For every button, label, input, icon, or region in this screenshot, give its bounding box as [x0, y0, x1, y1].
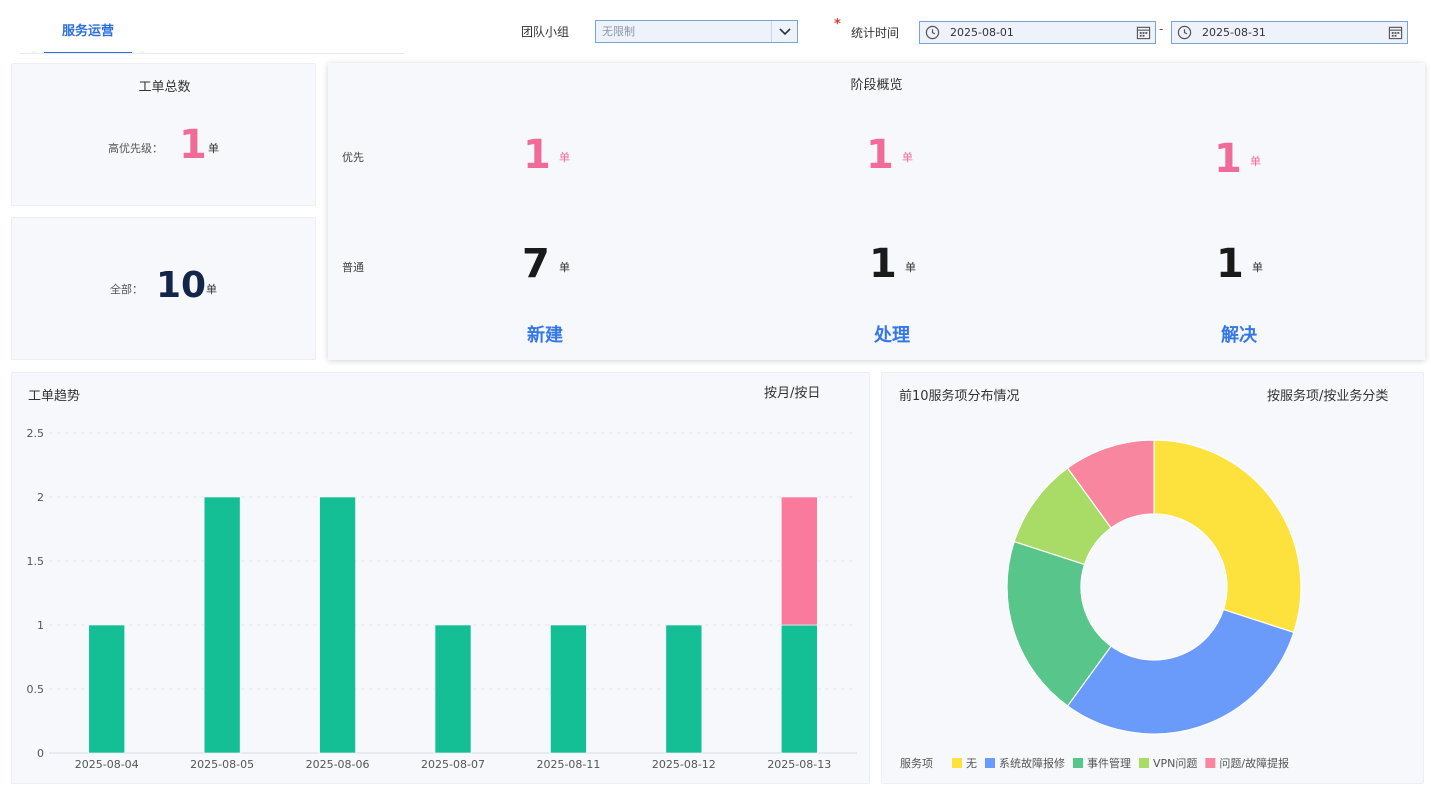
legend-swatch [1205, 758, 1216, 768]
stage-label-resolve: 解决 [1221, 325, 1257, 346]
top-bar: 服务运营 团队小组 无限制 * 统计时间 2025-08-01 - 2025-0… [0, 0, 1431, 56]
start-date-input[interactable]: 2025-08-01 [919, 21, 1156, 44]
date-separator: - [1159, 22, 1164, 36]
legend-item[interactable]: 问题/故障提报 [1219, 756, 1289, 770]
calendar-icon[interactable] [1388, 25, 1403, 47]
bar[interactable] [88, 624, 126, 754]
bar[interactable] [203, 496, 241, 754]
all-tickets-card: 全部： 10 单 [11, 217, 316, 360]
new-normal-unit: 单 [559, 261, 570, 274]
x-tick-label: 2025-08-06 [306, 758, 370, 771]
bar[interactable] [665, 624, 703, 754]
start-date-value: 2025-08-01 [950, 26, 1014, 39]
bar[interactable] [319, 496, 356, 754]
process-priority-unit: 单 [902, 151, 913, 164]
resolve-normal-count: 1 [1216, 241, 1244, 287]
x-tick-label: 2025-08-04 [75, 758, 139, 771]
chevron-down-icon[interactable] [771, 21, 797, 42]
end-date-value: 2025-08-31 [1202, 26, 1266, 39]
tab-divider [20, 53, 404, 54]
clock-icon [1177, 25, 1192, 47]
new-priority-unit: 单 [559, 151, 570, 164]
pie-slice[interactable] [1153, 439, 1302, 634]
team-select[interactable]: 无限制 [595, 20, 798, 43]
total-tickets-title: 工单总数 [138, 80, 191, 95]
legend-item[interactable]: 系统故障报修 [999, 756, 1065, 770]
process-normal-count: 1 [869, 241, 897, 287]
resolve-priority-unit: 单 [1250, 155, 1261, 168]
row-label-priority: 优先 [342, 151, 364, 164]
stage-overview-panel: 阶段概览 优先 普通 1 单 7 单 新建 1 单 1 单 处理 1 单 1 单… [328, 63, 1425, 360]
team-select-value: 无限制 [602, 25, 635, 38]
stage-overview-title: 阶段概览 [850, 78, 903, 93]
all-tickets-label: 全部： [110, 283, 143, 296]
legend-title: 服务项 [900, 757, 933, 770]
row-label-normal: 普通 [342, 261, 364, 274]
service-distribution-chart: 服务项 无 系统故障报修 事件管理 VPN问题 问题/故障提报 [900, 439, 1302, 770]
team-label: 团队小组 [521, 25, 570, 39]
total-tickets-card: 工单总数 高优先级： 1 单 [11, 63, 316, 206]
process-priority-count: 1 [866, 132, 894, 178]
tab-service-ops[interactable]: 服务运营 [44, 14, 132, 54]
y-tick-label: 2 [37, 491, 44, 504]
clock-icon [925, 25, 940, 47]
service-distribution-panel: 前10服务项分布情况 按服务项/按业务分类 服务项无系统故障报修 事件管理 VPN问… [881, 372, 1424, 784]
resolve-normal-unit: 单 [1252, 261, 1263, 274]
pie-slice[interactable] [1066, 608, 1295, 735]
end-date-input[interactable]: 2025-08-31 [1171, 21, 1408, 44]
time-label: 统计时间 [851, 26, 900, 40]
new-priority-count: 1 [523, 132, 551, 178]
process-normal-unit: 单 [905, 261, 916, 274]
x-tick-label: 2025-08-13 [767, 758, 831, 771]
x-tick-label: 2025-08-07 [421, 758, 485, 771]
ticket-trend-panel: 工单趋势 按月/按日 0 0.5 1 1.5 2 2.5 2025-08-04 2025-08… [11, 372, 870, 784]
new-normal-count: 7 [522, 241, 550, 287]
legend-swatch [985, 758, 995, 768]
y-tick-label: 0.5 [27, 683, 45, 696]
ticket-trend-chart: 0 0.5 1 1.5 2 2.5 2025-08-04 2025-08-05 2025-08-… [27, 427, 857, 771]
high-priority-count: 1 [179, 122, 207, 168]
y-tick-label: 2.5 [27, 427, 45, 440]
bar[interactable] [434, 624, 472, 754]
x-tick-label: 2025-08-11 [536, 758, 600, 771]
stage-label-new: 新建 [527, 325, 563, 346]
calendar-icon[interactable] [1136, 25, 1151, 47]
high-priority-unit: 单 [208, 142, 219, 155]
x-tick-label: 2025-08-05 [190, 758, 254, 771]
high-priority-label: 高优先级： [108, 142, 163, 155]
bar[interactable] [550, 624, 587, 754]
y-tick-label: 1 [37, 619, 44, 632]
all-tickets-unit: 单 [206, 283, 217, 296]
x-tick-label: 2025-08-12 [652, 758, 716, 771]
legend-item[interactable]: 无 [966, 757, 977, 770]
stage-label-process: 处理 [874, 325, 910, 346]
all-tickets-count: 10 [156, 265, 207, 306]
legend-swatch [1073, 758, 1083, 768]
bar[interactable] [780, 496, 818, 626]
required-mark: * [834, 17, 841, 32]
legend-swatch [1139, 758, 1149, 768]
legend-item[interactable]: VPN问题 [1153, 757, 1197, 770]
y-tick-label: 0 [37, 747, 44, 760]
y-tick-label: 1.5 [27, 555, 45, 568]
legend-item[interactable]: 事件管理 [1087, 756, 1131, 770]
bar[interactable] [780, 624, 818, 754]
resolve-priority-count: 1 [1214, 136, 1242, 182]
legend-swatch [952, 758, 962, 768]
